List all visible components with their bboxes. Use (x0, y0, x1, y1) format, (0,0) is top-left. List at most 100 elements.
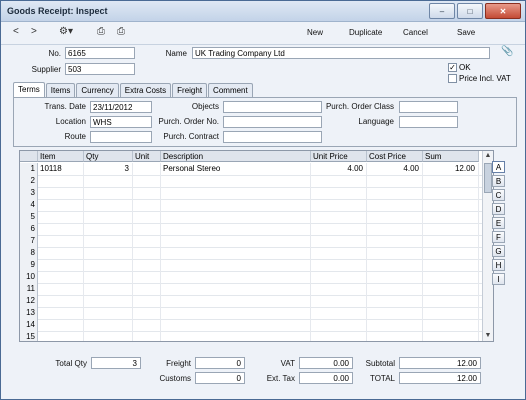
purch-contract-field[interactable] (223, 131, 322, 143)
cell-sum[interactable] (423, 223, 479, 235)
cell-qty[interactable] (84, 211, 133, 223)
minimize-button[interactable]: – (429, 3, 455, 19)
cell-unit-price[interactable] (311, 307, 367, 319)
cell-cost-price[interactable] (367, 271, 423, 283)
maximize-button[interactable]: □ (457, 3, 483, 19)
flip-button-g[interactable]: G (492, 245, 505, 257)
cell-description[interactable] (161, 331, 311, 341)
gear-icon[interactable]: ⚙▾ (59, 26, 73, 37)
cell-sum[interactable] (423, 211, 479, 223)
cancel-button[interactable]: Cancel (403, 28, 428, 37)
cell-description[interactable] (161, 259, 311, 271)
cell-unit[interactable] (133, 199, 161, 211)
cell-unit[interactable] (133, 283, 161, 295)
cell-unit[interactable] (133, 259, 161, 271)
scroll-up-arrow[interactable]: ▲ (483, 151, 493, 161)
cell-sum[interactable] (423, 331, 479, 341)
flip-button-h[interactable]: H (492, 259, 505, 271)
cell-unit-price[interactable] (311, 295, 367, 307)
cell-description[interactable] (161, 199, 311, 211)
cell-sum[interactable] (423, 307, 479, 319)
cell-sum[interactable] (423, 175, 479, 187)
cell-unit[interactable] (133, 235, 161, 247)
cell-cost-price[interactable] (367, 235, 423, 247)
new-button[interactable]: New (307, 28, 323, 37)
flip-button-d[interactable]: D (492, 203, 505, 215)
col-header-qty[interactable]: Qty (84, 151, 133, 162)
forward-button[interactable]: > (31, 26, 37, 37)
cell-item[interactable] (38, 175, 84, 187)
cell-unit[interactable] (133, 163, 161, 175)
cell-description[interactable] (161, 187, 311, 199)
cell-unit-price[interactable] (311, 319, 367, 331)
flip-button-f[interactable]: F (492, 231, 505, 243)
col-header-cost-price[interactable]: Cost Price (367, 151, 423, 162)
objects-field[interactable] (223, 101, 322, 113)
cell-unit[interactable] (133, 247, 161, 259)
cell-qty[interactable] (84, 319, 133, 331)
flip-button-b[interactable]: B (492, 175, 505, 187)
purch-order-no-field[interactable] (223, 116, 322, 128)
cell-cost-price[interactable] (367, 319, 423, 331)
cell-unit[interactable] (133, 271, 161, 283)
cell-item[interactable] (38, 271, 84, 283)
cell-unit-price[interactable] (311, 175, 367, 187)
cell-qty[interactable] (84, 271, 133, 283)
cell-cost-price[interactable] (367, 283, 423, 295)
cell-item[interactable] (38, 199, 84, 211)
cell-qty[interactable] (84, 235, 133, 247)
cell-description[interactable] (161, 223, 311, 235)
cell-sum[interactable] (423, 247, 479, 259)
cell-sum[interactable] (423, 295, 479, 307)
cell-qty[interactable] (84, 247, 133, 259)
flip-button-c[interactable]: C (492, 189, 505, 201)
cell-unit[interactable] (133, 331, 161, 341)
col-header-unit[interactable]: Unit (133, 151, 161, 162)
tab-comment[interactable]: Comment (208, 83, 253, 97)
cell-item[interactable] (38, 247, 84, 259)
cell-qty[interactable] (84, 223, 133, 235)
no-field[interactable]: 6165 (65, 47, 135, 59)
col-header-item[interactable]: Item (38, 151, 84, 162)
cell-cost-price[interactable] (367, 331, 423, 341)
cell-sum[interactable] (423, 319, 479, 331)
cell-unit-price[interactable] (311, 271, 367, 283)
save-button[interactable]: Save (457, 28, 475, 37)
cell-qty[interactable] (84, 295, 133, 307)
location-field[interactable]: WHS (90, 116, 152, 128)
cell-unit-price[interactable] (311, 331, 367, 341)
cell-cost-price[interactable]: 4.00 (367, 163, 423, 175)
cell-qty[interactable]: 3 (84, 163, 133, 175)
cell-description[interactable] (161, 283, 311, 295)
cell-unit[interactable] (133, 295, 161, 307)
cell-cost-price[interactable] (367, 223, 423, 235)
cell-unit-price[interactable] (311, 259, 367, 271)
language-field[interactable] (399, 116, 458, 128)
cell-qty[interactable] (84, 199, 133, 211)
duplicate-button[interactable]: Duplicate (349, 28, 382, 37)
cell-unit-price[interactable] (311, 187, 367, 199)
cell-description[interactable] (161, 175, 311, 187)
cell-item[interactable] (38, 187, 84, 199)
cell-cost-price[interactable] (367, 259, 423, 271)
price-incl-vat-checkbox[interactable] (448, 74, 457, 83)
cell-unit[interactable] (133, 211, 161, 223)
tab-currency[interactable]: Currency (76, 83, 119, 97)
cell-unit-price[interactable] (311, 199, 367, 211)
cell-unit[interactable] (133, 307, 161, 319)
cell-sum[interactable] (423, 235, 479, 247)
cell-item[interactable] (38, 223, 84, 235)
paperclip-icon[interactable]: 📎 (501, 46, 513, 57)
cell-description[interactable]: Personal Stereo (161, 163, 311, 175)
cell-cost-price[interactable] (367, 187, 423, 199)
cell-cost-price[interactable] (367, 247, 423, 259)
cell-item[interactable] (38, 235, 84, 247)
cell-sum[interactable] (423, 283, 479, 295)
tab-items[interactable]: Items (45, 83, 76, 97)
cell-description[interactable] (161, 247, 311, 259)
cell-item[interactable] (38, 211, 84, 223)
scroll-thumb[interactable] (484, 163, 492, 193)
table-row[interactable]: 15 (20, 331, 493, 341)
route-field[interactable] (90, 131, 152, 143)
cell-cost-price[interactable] (367, 211, 423, 223)
